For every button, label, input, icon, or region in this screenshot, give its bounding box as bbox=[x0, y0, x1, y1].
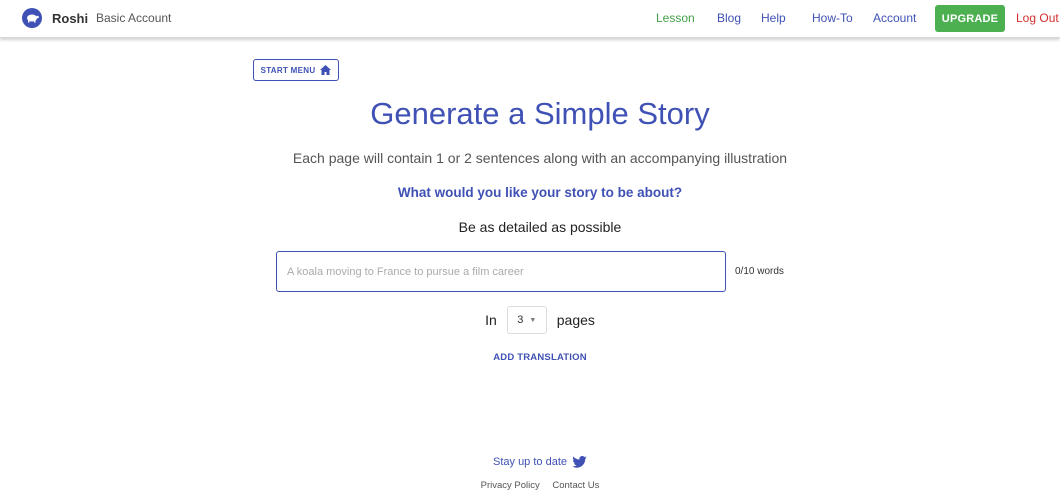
pages-suffix: pages bbox=[556, 312, 595, 328]
pages-selected-value: 3 bbox=[517, 314, 524, 326]
page-subtitle: Each page will contain 1 or 2 sentences … bbox=[292, 150, 788, 166]
nav-lesson[interactable]: Lesson bbox=[656, 11, 695, 25]
stay-up-to-date[interactable]: Stay up to date bbox=[0, 456, 1060, 468]
story-question: What would you like your story to be abo… bbox=[397, 185, 683, 200]
pages-prefix: In bbox=[485, 312, 497, 328]
upgrade-button[interactable]: UPGRADE bbox=[935, 5, 1005, 32]
nav-help[interactable]: Help bbox=[761, 11, 786, 25]
top-navbar: Roshi Basic Account Lesson Blog Help How… bbox=[0, 0, 1060, 38]
footer-links: Privacy Policy Contact Us bbox=[0, 480, 1060, 491]
chevron-down-icon: ▼ bbox=[529, 316, 537, 324]
word-count: 0/10 words bbox=[735, 266, 784, 277]
home-icon bbox=[320, 65, 332, 75]
start-menu-label: START MENU bbox=[260, 65, 316, 75]
add-translation-button[interactable]: ADD TRANSLATION bbox=[0, 352, 1060, 363]
page-title: Generate a Simple Story bbox=[370, 96, 710, 131]
nav-how-to[interactable]: How-To bbox=[812, 11, 853, 25]
account-type-label: Basic Account bbox=[96, 11, 172, 25]
stay-up-to-date-label: Stay up to date bbox=[493, 456, 567, 468]
brand[interactable]: Roshi bbox=[22, 8, 88, 28]
story-topic-input[interactable] bbox=[276, 251, 726, 292]
brand-name: Roshi bbox=[52, 10, 89, 26]
start-menu-button[interactable]: START MENU bbox=[253, 59, 339, 81]
detail-hint: Be as detailed as possible bbox=[458, 219, 622, 235]
nav-account[interactable]: Account bbox=[873, 11, 916, 25]
contact-us-link[interactable]: Contact Us bbox=[552, 480, 599, 491]
pages-row: In 3 ▼ pages bbox=[0, 306, 1060, 334]
turtle-logo-icon bbox=[22, 8, 42, 28]
nav-blog[interactable]: Blog bbox=[717, 11, 741, 25]
logout-link[interactable]: Log Out bbox=[1016, 11, 1059, 25]
privacy-policy-link[interactable]: Privacy Policy bbox=[481, 480, 540, 491]
pages-select[interactable]: 3 ▼ bbox=[506, 306, 547, 334]
twitter-icon[interactable] bbox=[572, 456, 587, 468]
